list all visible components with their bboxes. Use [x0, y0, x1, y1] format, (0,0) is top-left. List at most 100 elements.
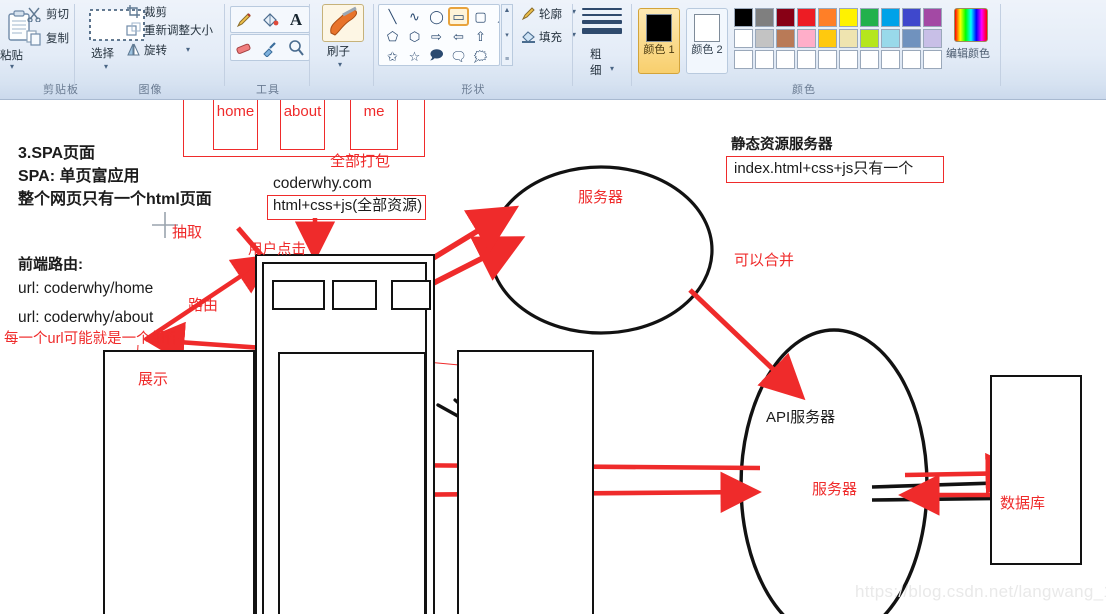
palette-swatch[interactable]	[839, 29, 858, 48]
palette-swatch[interactable]	[755, 8, 774, 27]
nav-me-label: me	[363, 102, 385, 120]
chevron-down-icon[interactable]: ▾	[104, 62, 108, 71]
scroll-thumb[interactable]: ▾	[505, 31, 509, 39]
palette-swatch[interactable]	[755, 50, 774, 69]
chevron-down-icon[interactable]: ▾	[610, 64, 614, 73]
shape-scrollbar[interactable]: ▲ ▾ ≡	[501, 4, 513, 66]
outline-button[interactable]: 轮廓	[539, 6, 562, 22]
url-home: url: coderwhy/home	[18, 280, 154, 297]
fill-bucket-icon[interactable]	[521, 29, 536, 49]
palette-swatch[interactable]	[860, 50, 879, 69]
eyedropper-icon[interactable]	[257, 35, 283, 60]
rounded-rect-shape-icon[interactable]: ▢	[470, 7, 491, 26]
copy-button[interactable]: 复制	[46, 30, 69, 46]
pencil-icon[interactable]	[231, 7, 257, 32]
palette-swatch[interactable]	[776, 8, 795, 27]
rectangle-shape-icon[interactable]: ▭	[448, 7, 469, 26]
palette-swatch[interactable]	[923, 8, 942, 27]
nav-me-box[interactable]: me	[350, 100, 398, 150]
device-nav-button-1[interactable]	[272, 280, 325, 310]
palette-swatch[interactable]	[923, 29, 942, 48]
select-button[interactable]: 选择	[91, 45, 114, 61]
palette-swatch[interactable]	[776, 29, 795, 48]
line-thickness-icon[interactable]	[582, 8, 622, 38]
scroll-more-icon[interactable]: ≡	[505, 56, 509, 63]
curve-shape-icon[interactable]: ∿	[404, 7, 425, 26]
device-nav-button-2[interactable]	[332, 280, 377, 310]
palette-swatch[interactable]	[818, 50, 837, 69]
palette-swatch[interactable]	[839, 50, 858, 69]
five-point-star-shape-icon[interactable]: ☆	[404, 47, 425, 65]
palette-swatch[interactable]	[734, 8, 753, 27]
ribbon-group-brushes: 刷子 ▾	[312, 0, 372, 100]
nav-home-box[interactable]: home	[213, 100, 258, 150]
right-arrow-shape-icon[interactable]: ⇨	[426, 27, 447, 46]
palette-swatch[interactable]	[860, 8, 879, 27]
palette-swatch[interactable]	[776, 50, 795, 69]
palette-swatch[interactable]	[923, 50, 942, 69]
size-button-label-2[interactable]: 细	[590, 62, 602, 78]
palette-swatch[interactable]	[734, 29, 753, 48]
palette-swatch[interactable]	[839, 8, 858, 27]
fill-button[interactable]: 填充	[539, 29, 562, 45]
chevron-down-icon[interactable]: ▾	[338, 60, 342, 69]
crop-button[interactable]: 裁剪	[144, 4, 167, 20]
palette-swatch[interactable]	[818, 8, 837, 27]
palette-swatch[interactable]	[902, 8, 921, 27]
rotate-button[interactable]: 旋转	[144, 42, 167, 58]
palette-swatch[interactable]	[902, 50, 921, 69]
eraser-icon[interactable]	[231, 35, 257, 60]
hexagon-shape-icon[interactable]: ⬡	[404, 27, 425, 46]
spa-definition: SPA: 单页富应用	[18, 168, 140, 185]
scissors-icon[interactable]	[26, 6, 42, 27]
cut-button[interactable]: 剪切	[46, 6, 69, 22]
rounded-callout-shape-icon[interactable]: 🗩	[426, 47, 447, 65]
static-server-title: 静态资源服务器	[731, 137, 833, 153]
palette-swatch[interactable]	[860, 29, 879, 48]
copy-icon[interactable]	[26, 30, 42, 51]
cloud-callout-shape-icon[interactable]: 🗯	[470, 47, 491, 65]
palette-swatch[interactable]	[902, 29, 921, 48]
palette-swatch[interactable]	[881, 29, 900, 48]
device-nav-button-3[interactable]	[391, 280, 431, 310]
palette-swatch[interactable]	[797, 29, 816, 48]
paste-button-label[interactable]: 粘贴	[0, 47, 23, 63]
magnifier-icon[interactable]	[283, 35, 309, 60]
oval-shape-icon[interactable]: ◯	[426, 7, 447, 26]
nav-about-box[interactable]: about	[280, 100, 325, 150]
line-shape-icon[interactable]: ╲	[382, 7, 403, 26]
brush-icon[interactable]	[322, 4, 364, 42]
palette-swatch[interactable]	[797, 8, 816, 27]
up-arrow-shape-icon[interactable]: ⇧	[470, 27, 491, 46]
size-button-label-1[interactable]: 粗	[590, 46, 602, 62]
palette-swatch[interactable]	[881, 8, 900, 27]
paint-canvas[interactable]: home about me html+css+js(全部资源) coderwhy…	[0, 100, 1106, 614]
rotate-icon[interactable]	[126, 42, 141, 62]
outline-pencil-icon[interactable]	[521, 6, 536, 26]
edit-colors-button[interactable]: 编辑颜色	[946, 45, 990, 61]
right-triangle-shape-icon[interactable]: ◿	[492, 7, 500, 26]
text-icon[interactable]: A	[283, 7, 309, 32]
chevron-down-icon[interactable]: ▾	[10, 62, 14, 71]
palette-swatch[interactable]	[755, 29, 774, 48]
pentagon-shape-icon[interactable]: ⬠	[382, 27, 403, 46]
color-2-button[interactable]: 颜色 2	[686, 8, 728, 74]
palette-swatch[interactable]	[797, 50, 816, 69]
resize-button[interactable]: 重新调整大小	[144, 22, 213, 38]
scroll-up-icon[interactable]: ▲	[504, 7, 511, 14]
palette-swatch[interactable]	[818, 29, 837, 48]
color-1-button[interactable]: 颜色 1	[638, 8, 680, 74]
palette-swatch[interactable]	[881, 50, 900, 69]
left-arrow-shape-icon[interactable]: ⇦	[448, 27, 469, 46]
brushes-button[interactable]: 刷子	[327, 43, 350, 59]
four-point-star-shape-icon[interactable]: ✩	[382, 47, 403, 65]
color-wheel-icon[interactable]	[954, 8, 988, 42]
chevron-down-icon[interactable]: ▾	[186, 45, 190, 54]
resize-icon[interactable]	[126, 22, 141, 42]
crop-icon[interactable]	[126, 4, 141, 24]
oval-callout-shape-icon[interactable]: 🗨	[448, 47, 469, 65]
paint-bucket-icon[interactable]	[257, 7, 283, 32]
palette-swatch[interactable]	[734, 50, 753, 69]
group-label-colors: 颜色	[792, 84, 816, 96]
shape-palette[interactable]: ╲ ∿ ◯ ▭ ▢ ◿ △ ⬠ ⬡ ⇨ ⇦ ⇧ ✩ ☆	[378, 4, 500, 66]
